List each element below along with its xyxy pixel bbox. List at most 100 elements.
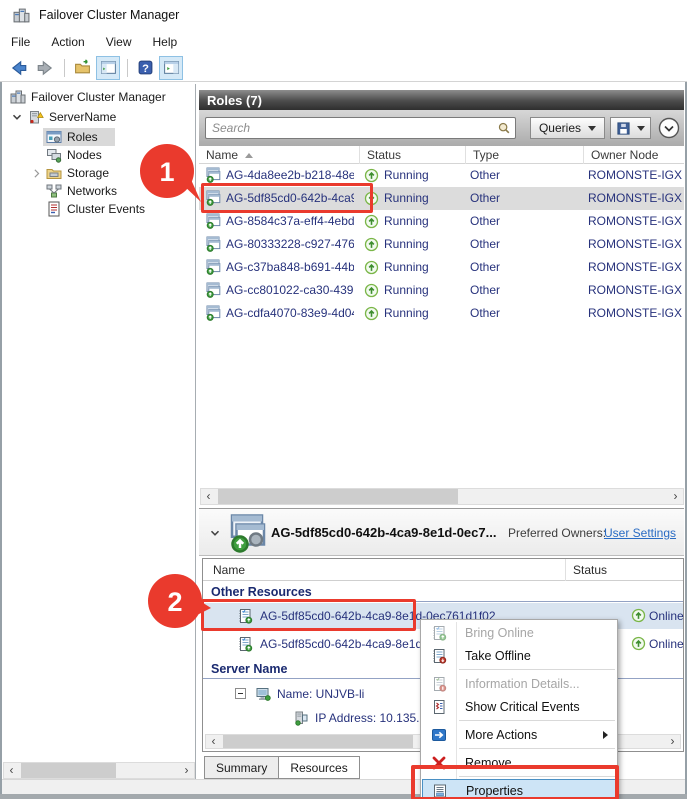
role-name: AG-c37ba848-b691-44b... [226,260,354,274]
tab-label: Resources [290,761,347,775]
tree-item-storage[interactable]: Storage [30,164,109,182]
submenu-arrow-icon [603,731,608,739]
column-header-owner-node[interactable]: Owner Node [584,146,684,164]
collapse-chevron-icon[interactable] [208,526,222,540]
group-header-label: Other Resources [211,585,312,599]
search-box [205,117,516,139]
role-row[interactable]: AG-8584c37a-eff4-4ebd-... Running Other … [199,210,684,233]
role-status: Running [384,191,429,205]
window-title: Failover Cluster Manager [39,8,179,22]
tree-item-networks[interactable]: Networks [46,182,117,200]
menu-separator [459,720,615,721]
role-row[interactable]: AG-80333228-c927-476... Running Other RO… [199,233,684,256]
collapse-box-icon[interactable] [235,688,246,699]
export-list-button[interactable] [70,56,94,80]
menu-item-more-actions[interactable]: More Actions [422,723,616,746]
cluster-events-icon [46,201,62,217]
column-header-status[interactable]: Status [573,563,607,577]
scroll-track[interactable] [216,489,668,504]
forward-button[interactable] [33,56,57,80]
role-name: AG-8584c37a-eff4-4ebd-... [226,214,354,228]
scroll-right-icon[interactable]: › [665,734,680,749]
queries-button[interactable]: Queries [530,117,605,139]
role-status: Running [384,237,429,251]
user-settings-link[interactable]: User Settings [604,526,676,540]
role-row[interactable]: AG-cc801022-ca30-439... Running Other RO… [199,279,684,302]
bring-online-icon [431,625,447,641]
role-type: Other [470,237,500,251]
menu-file[interactable]: File [11,35,30,49]
menu-view[interactable]: View [106,35,132,49]
ip-address-icon [293,710,309,726]
information-details-icon [431,676,447,692]
menu-item-label: Show Critical Events [465,700,580,714]
chevron-down-icon[interactable] [10,110,24,124]
expand-actions-button[interactable] [658,117,680,139]
scroll-thumb[interactable] [21,763,116,778]
menu-help[interactable]: Help [153,35,178,49]
role-row[interactable]: AG-c37ba848-b691-44b... Running Other RO… [199,256,684,279]
role-type: Other [470,214,500,228]
search-input[interactable] [205,117,516,139]
tree-item-nodes[interactable]: Nodes [46,146,102,164]
menu-item-take-offline[interactable]: Take Offline [422,644,616,667]
roles-column-header: Name Status Type Owner Node [199,146,684,164]
scroll-thumb[interactable] [223,735,413,748]
status-running-icon [364,283,379,298]
help-button[interactable] [133,56,157,80]
chevron-right-icon[interactable] [30,167,43,180]
tree-horizontal-scrollbar[interactable]: ‹ › [3,762,195,779]
callout-number: 1 [159,157,174,187]
roles-horizontal-scrollbar[interactable]: ‹ › [200,488,684,505]
callout-step-1: 1 [139,143,211,207]
show-critical-events-icon [431,699,447,715]
tree-item-cluster-events[interactable]: Cluster Events [46,200,145,218]
scroll-left-icon[interactable]: ‹ [4,763,19,778]
networks-icon [46,183,62,199]
column-header-name[interactable]: Name [199,146,360,164]
tree-item-server[interactable]: ServerName [10,108,116,126]
scroll-right-icon[interactable]: › [179,763,194,778]
resource-status: Online [649,637,684,651]
scroll-left-icon[interactable]: ‹ [206,734,221,749]
status-running-icon [364,237,379,252]
sort-ascending-icon [245,153,253,158]
save-icon [616,121,631,136]
scroll-left-icon[interactable]: ‹ [201,489,216,504]
role-owner-node: ROMONSTE-IGX [588,237,684,251]
column-header-status[interactable]: Status [360,146,466,164]
menu-separator [459,748,615,749]
console-tree-toggle-button[interactable] [96,56,120,80]
tab-summary[interactable]: Summary [204,756,279,779]
computer-icon [255,686,271,702]
tab-resources[interactable]: Resources [279,756,359,779]
search-icon [497,121,511,135]
chevron-down-icon [637,126,645,131]
menu-item-label: Information Details... [465,677,580,691]
scroll-thumb[interactable] [218,489,458,504]
highlight-box-role-row [201,183,373,213]
column-header-type[interactable]: Type [466,146,584,164]
menu-bar: File Action View Help [0,30,687,54]
scroll-track[interactable] [19,763,179,778]
role-owner-node: ROMONSTE-IGX [588,168,684,182]
role-row[interactable]: AG-cdfa4070-83e9-4d04... Running Other R… [199,302,684,325]
menu-action[interactable]: Action [51,35,84,49]
chevron-down-icon [588,126,596,131]
menu-item-show-critical-events[interactable]: Show Critical Events [422,695,616,718]
resource-name: AG-5df85cd0-642b-4ca9-8e1d-0ec [260,637,445,651]
back-button[interactable] [7,56,31,80]
menu-item-information-details: Information Details... [422,672,616,695]
action-pane-toggle-button[interactable] [159,56,183,80]
arrow-right-icon [36,59,54,77]
tree-item-root[interactable]: Failover Cluster Manager [10,88,166,106]
toolbar-separator [64,59,65,77]
tree-item-roles[interactable]: Roles [46,128,98,146]
status-running-icon [364,168,379,183]
menu-item-label: Bring Online [465,626,534,640]
scroll-right-icon[interactable]: › [668,489,683,504]
app-window: Failover Cluster Manager File Action Vie… [0,0,687,799]
save-query-button[interactable] [610,117,651,139]
callout-step-2: 2 [147,572,219,634]
tree-item-label: Roles [67,130,98,144]
